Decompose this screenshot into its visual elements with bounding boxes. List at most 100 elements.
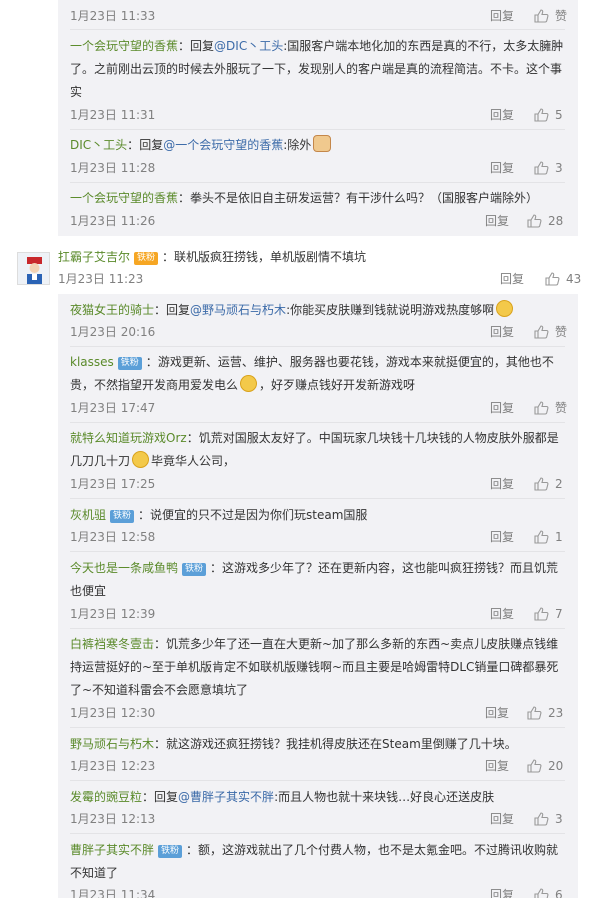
reply-button[interactable]: 回复 <box>490 607 514 621</box>
mention-link[interactable]: @野马顽石与朽木 <box>190 303 286 317</box>
divider <box>70 780 565 781</box>
comment-username[interactable]: 灰机驵 <box>70 508 106 522</box>
comment-username[interactable]: 扛霸子艾吉尔 <box>58 250 130 264</box>
thumbs-up-icon <box>534 108 549 122</box>
sub-comment: 灰机驵 铁粉 ：说便宜的只不过是因为你们玩steam国服 1月23日 12:58 回… <box>70 504 565 552</box>
colon: ： <box>138 508 151 522</box>
thumbs-up-icon <box>527 706 542 720</box>
laugh-emoji-icon <box>240 375 258 392</box>
like-button[interactable]: 2 <box>534 477 563 491</box>
comment-time: 1月23日 12:58 <box>70 530 156 544</box>
like-count: 1 <box>555 530 563 544</box>
thumbs-up-icon <box>534 812 549 826</box>
like-button[interactable]: 赞 <box>534 325 567 339</box>
comment-username[interactable]: 野马顽石与朽木 <box>70 737 154 751</box>
avatar[interactable] <box>17 252 50 285</box>
like-button[interactable]: 5 <box>534 108 563 122</box>
like-button[interactable]: 赞 <box>534 9 567 23</box>
reply-button[interactable]: 回复 <box>490 161 514 175</box>
like-count: 3 <box>555 812 563 826</box>
mention-link[interactable]: @曹胖子其实不胖 <box>178 790 274 804</box>
reply-button[interactable]: 回复 <box>490 325 514 339</box>
sub-comment: 夜猫女王的骑士：回复@野马顽石与朽木:你能买皮肤赚到钱就说明游戏热度够啊 1月2… <box>70 299 567 347</box>
reply-button[interactable]: 回复 <box>490 812 514 826</box>
reply-button[interactable]: 回复 <box>490 530 514 544</box>
comment-username[interactable]: 发霉的豌豆粒 <box>70 790 142 804</box>
comment-username[interactable]: 今天也是一条咸鱼鸭 <box>70 561 178 575</box>
comment-body: :而且人物也就十来块钱…好良心还送皮肤 <box>274 790 495 804</box>
comment-time: 1月23日 11:26 <box>70 214 156 228</box>
like-count: 赞 <box>555 325 568 339</box>
thumbs-up-icon <box>545 272 560 286</box>
like-button[interactable]: 赞 <box>534 401 567 415</box>
sub-comment: 一个会玩守望的香蕉：拳头不是依旧自主研发运营？有干涉什么吗？（国服客户端除外） … <box>70 187 565 235</box>
reply-prefix: 回复 <box>139 138 164 152</box>
sub-comment: 曹胖子其实不胖 铁粉 ：额，这游戏就出了几个付费人物，也不是太氪金吧。不过腾讯收购就… <box>70 839 565 898</box>
comment-username[interactable]: DIC丶工头 <box>70 138 127 152</box>
comment-body: :除外 <box>283 138 312 152</box>
like-button[interactable]: 6 <box>534 888 563 898</box>
reply-button[interactable]: 回复 <box>485 706 509 720</box>
colon: ： <box>162 250 175 264</box>
reply-button[interactable]: 回复 <box>490 888 514 898</box>
like-count: 20 <box>548 759 564 773</box>
comment-username[interactable]: 一个会玩守望的香蕉 <box>70 39 178 53</box>
like-button[interactable]: 23 <box>527 706 563 720</box>
comment-time: 1月23日 11:23 <box>58 272 144 286</box>
like-button[interactable]: 20 <box>527 759 563 773</box>
sub-comment: 野马顽石与朽木：就这游戏还疯狂捞钱？我挂机得皮肤还在Steam里倒赚了几十块。 … <box>70 733 565 781</box>
colon: ： <box>142 790 155 804</box>
cat-emoji-icon <box>313 135 332 152</box>
comment-username[interactable]: 一个会玩守望的香蕉 <box>70 191 178 205</box>
comment-username[interactable]: klasses <box>70 355 114 369</box>
reply-button[interactable]: 回复 <box>490 108 514 122</box>
like-count: 6 <box>555 888 563 898</box>
thumbs-up-icon <box>527 759 542 773</box>
thumbs-up-icon <box>534 530 549 544</box>
colon: ： <box>154 737 167 751</box>
thumbs-up-icon <box>534 161 549 175</box>
reply-button[interactable]: 回复 <box>500 272 524 286</box>
thumbs-up-icon <box>527 214 542 228</box>
mention-link[interactable]: @DIC丶工头 <box>214 39 283 53</box>
comment-username[interactable]: 曹胖子其实不胖 <box>70 843 154 857</box>
comment-body: :你能买皮肤赚到钱就说明游戏热度够啊 <box>286 303 495 317</box>
reply-button[interactable]: 回复 <box>485 759 509 773</box>
colon: ： <box>210 561 223 575</box>
comment-body: 就这游戏还疯狂捞钱？我挂机得皮肤还在Steam里倒赚了几十块。 <box>166 737 517 751</box>
comment-text: DIC丶工头：回复@一个会玩守望的香蕉:除外 <box>70 134 565 157</box>
fan-badge: 铁粉 <box>117 357 142 370</box>
reply-button[interactable]: 回复 <box>490 9 514 23</box>
divider <box>70 29 565 30</box>
comment-text: 今天也是一条咸鱼鸭 铁粉 ：这游戏多少年了？还在更新内容，这也能叫疯狂捞钱？而且饥荒… <box>70 557 565 603</box>
sub-comment: 就特么知道玩游戏Orz：饥荒对国服太友好了。中国玩家几块钱十几块钱的人物皮肤外服… <box>70 427 565 499</box>
reply-button[interactable]: 回复 <box>485 214 509 228</box>
like-button[interactable]: 3 <box>534 161 563 175</box>
like-count: 赞 <box>555 9 568 23</box>
reply-prefix: 回复 <box>154 790 179 804</box>
comment-username[interactable]: 夜猫女王的骑士 <box>70 303 154 317</box>
comment-username[interactable]: 白裤裆寒冬壹击 <box>70 637 154 651</box>
like-button[interactable]: 7 <box>534 607 563 621</box>
like-button[interactable]: 1 <box>534 530 563 544</box>
thumbs-up-icon <box>534 9 549 23</box>
reply-button[interactable]: 回复 <box>490 477 514 491</box>
like-button[interactable]: 28 <box>527 214 563 228</box>
shy-emoji-icon <box>132 451 150 468</box>
comment-body: 联机版疯狂捞钱，单机版剧情不填坑 <box>174 250 367 264</box>
comment-username[interactable]: 就特么知道玩游戏Orz <box>70 431 187 445</box>
colon: ： <box>127 138 140 152</box>
colon: ： <box>154 637 167 651</box>
like-button[interactable]: 3 <box>534 812 563 826</box>
comment-text: 一个会玩守望的香蕉：拳头不是依旧自主研发运营？有干涉什么吗？（国服客户端除外） <box>70 187 565 210</box>
reply-button[interactable]: 回复 <box>490 401 514 415</box>
like-button[interactable]: 43 <box>545 272 581 286</box>
comment-time: 1月23日 20:16 <box>70 325 156 339</box>
comment-time: 1月23日 12:13 <box>70 812 156 826</box>
main-comment: 扛霸子艾吉尔 铁粉 ：联机版疯狂捞钱，单机版剧情不填坑 1月23日 11:23 回复… <box>58 246 581 290</box>
colon: ： <box>178 39 191 53</box>
divider <box>70 346 565 347</box>
comment-time: 1月23日 11:31 <box>70 108 156 122</box>
comment-body-tail: 毕竟华人公司， <box>151 454 236 468</box>
mention-link[interactable]: @一个会玩守望的香蕉 <box>163 138 283 152</box>
